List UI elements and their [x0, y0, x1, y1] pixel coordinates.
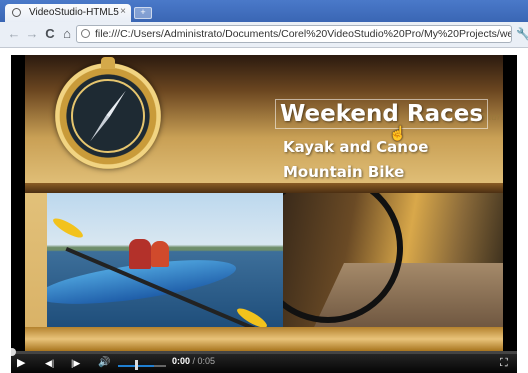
- tab-title: VideoStudio-HTML5: [29, 7, 119, 18]
- browser-tab[interactable]: VideoStudio-HTML5 ×: [5, 4, 131, 22]
- volume-remaining[interactable]: [154, 365, 166, 367]
- compass-bail: [101, 57, 115, 69]
- tab-strip: VideoStudio-HTML5 × +: [0, 0, 528, 22]
- play-icon[interactable]: ▶: [17, 356, 25, 370]
- next-icon[interactable]: |▶: [71, 356, 80, 370]
- kayaker-2: [151, 241, 169, 267]
- back-arrow-icon[interactable]: ←: [6, 25, 22, 43]
- address-bar[interactable]: file:///C:/Users/Administrato/Documents/…: [76, 25, 512, 43]
- close-tab-icon[interactable]: ×: [120, 6, 126, 17]
- kayak-photo: [47, 193, 283, 329]
- paddle-blade-left: [50, 215, 86, 241]
- new-tab-button[interactable]: +: [134, 7, 152, 19]
- video-subtitle-kayak: Kayak and Canoe: [283, 138, 429, 156]
- url-text: file:///C:/Users/Administrato/Documents/…: [95, 28, 511, 40]
- video-player[interactable]: Gutfmaring Weekend Races ☝ Kayak and Can…: [11, 55, 517, 373]
- video-subtitle-bike: Mountain Bike: [283, 163, 405, 181]
- scene-bottom-band: [25, 327, 503, 351]
- home-icon[interactable]: ⌂: [59, 25, 75, 43]
- time-display: 0:00 / 0:05: [172, 356, 215, 366]
- forward-arrow-icon[interactable]: →: [24, 25, 40, 43]
- kayaker-1: [129, 239, 151, 269]
- wrench-menu-icon[interactable]: 🔧: [516, 25, 528, 43]
- duration-time: / 0:05: [190, 356, 216, 366]
- volume-handle[interactable]: [135, 360, 138, 370]
- video-controls: ▶ ◀| |▶ 🔊 ⛶: [11, 351, 517, 373]
- current-time: 0:00: [172, 356, 191, 366]
- seek-bar[interactable]: [11, 348, 517, 356]
- volume-icon[interactable]: 🔊: [98, 356, 110, 370]
- previous-icon[interactable]: ◀|: [45, 356, 54, 370]
- video-frame: Gutfmaring Weekend Races ☝ Kayak and Can…: [25, 55, 503, 351]
- browser-toolbar: ← → C ⌂ file:///C:/Users/Administrato/Do…: [0, 22, 528, 48]
- mountain-bike-photo: [283, 193, 503, 329]
- reload-icon[interactable]: C: [42, 25, 58, 43]
- video-title: Weekend Races: [275, 99, 489, 129]
- page-info-icon[interactable]: [81, 29, 90, 38]
- fullscreen-icon[interactable]: ⛶: [500, 356, 508, 370]
- compass-graphic: [55, 57, 161, 169]
- page-content: Gutfmaring Weekend Races ☝ Kayak and Can…: [0, 48, 528, 373]
- scene-ribbon: [25, 183, 503, 193]
- page-favicon-icon: [12, 8, 21, 17]
